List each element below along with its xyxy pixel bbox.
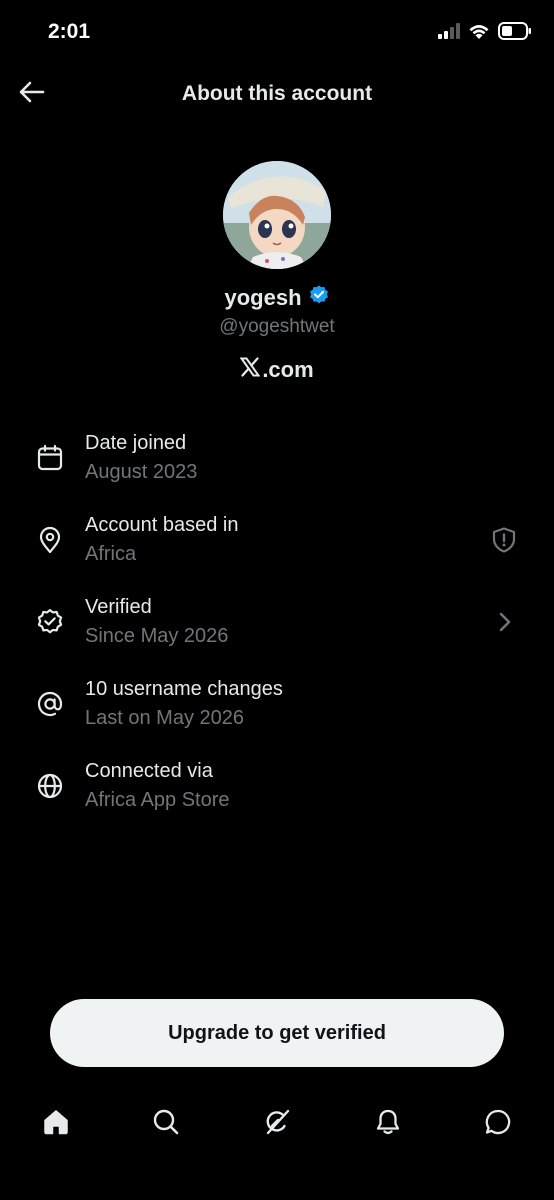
page-title: About this account <box>181 82 373 105</box>
display-name: yogesh <box>224 284 302 310</box>
name-row: yogesh <box>0 284 554 311</box>
grok-icon <box>262 1107 292 1142</box>
info-title: Account based in <box>85 514 239 536</box>
avatar[interactable] <box>223 161 331 269</box>
at-sign-icon <box>34 688 66 720</box>
status-bar: 2:01 <box>0 0 554 64</box>
chevron-right-icon <box>488 606 520 638</box>
messages-icon <box>483 1107 513 1142</box>
info-item-username-changes: 10 username changes Last on May 2026 <box>0 674 554 756</box>
notifications-icon <box>373 1107 403 1142</box>
info-title: Connected via <box>85 760 213 782</box>
globe-icon <box>34 770 66 802</box>
info-item-connected-via: Connected via Africa App Store <box>0 756 554 838</box>
info-title: 10 username changes <box>85 678 283 700</box>
upgrade-verified-button[interactable]: Upgrade to get verified <box>50 999 504 1067</box>
location-pin-icon <box>34 524 66 556</box>
cellular-signal-icon <box>438 23 460 44</box>
site-text: .com <box>262 357 314 382</box>
home-icon <box>41 1107 71 1142</box>
calendar-icon <box>34 442 66 474</box>
nav-search[interactable] <box>146 1104 186 1144</box>
handle: @yogeshtwet <box>219 316 335 337</box>
top-bar: About this account <box>0 64 554 124</box>
nav-grok[interactable] <box>257 1104 297 1144</box>
nav-notifications[interactable] <box>368 1104 408 1144</box>
battery-icon <box>498 22 532 45</box>
bottom-nav <box>0 1090 554 1154</box>
info-item-verified[interactable]: Verified Since May 2026 <box>0 592 554 674</box>
verified-badge-icon <box>308 284 330 311</box>
info-subtitle: Africa <box>85 543 137 565</box>
nav-messages[interactable] <box>478 1104 518 1144</box>
info-subtitle: Africa App Store <box>85 789 230 811</box>
shield-alert-icon[interactable] <box>488 524 520 556</box>
account-info-list: Date joined August 2023 Account based in… <box>0 428 554 838</box>
info-title: Verified <box>85 596 152 618</box>
info-subtitle: August 2023 <box>85 461 198 483</box>
x-logo-icon <box>239 357 261 383</box>
status-time: 2:01 <box>48 20 91 43</box>
search-icon <box>151 1107 181 1142</box>
verified-check-icon <box>34 606 66 638</box>
info-subtitle: Last on May 2026 <box>85 707 244 729</box>
info-subtitle: Since May 2026 <box>85 625 229 647</box>
nav-home[interactable] <box>36 1104 76 1144</box>
info-item-account-location: Account based in Africa <box>0 510 554 592</box>
site-link[interactable]: .com <box>0 357 554 383</box>
info-item-date-joined: Date joined August 2023 <box>0 428 554 510</box>
wifi-icon <box>468 23 490 45</box>
status-icons <box>438 22 532 45</box>
info-title: Date joined <box>85 432 187 454</box>
